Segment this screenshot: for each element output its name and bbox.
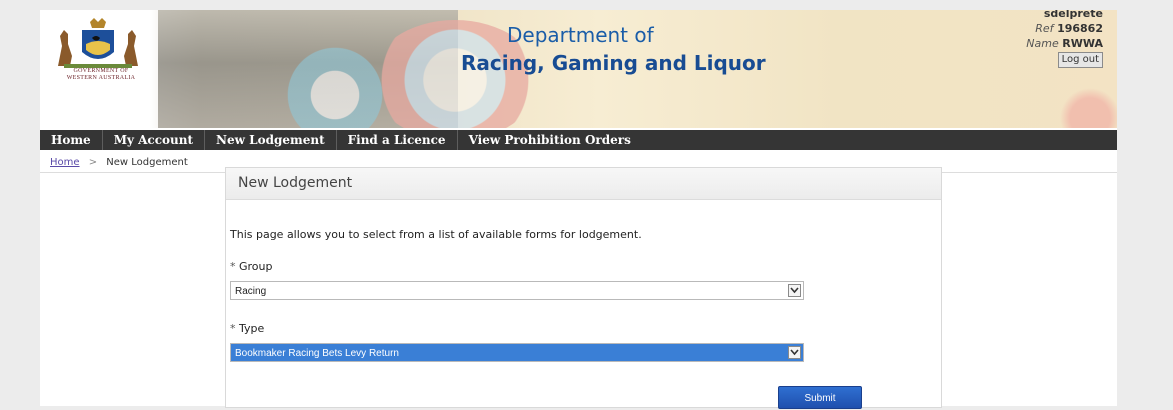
- main-nav: Home My Account New Lodgement Find a Lic…: [40, 130, 1117, 150]
- breadcrumb-current: New Lodgement: [106, 157, 188, 168]
- logout-button[interactable]: Log out: [1057, 52, 1103, 68]
- nav-item-new-lodgement[interactable]: New Lodgement: [205, 130, 336, 150]
- department-title-line1: Department of: [507, 23, 654, 47]
- breadcrumb-home-link[interactable]: Home: [50, 157, 80, 168]
- breadcrumb: Home > New Lodgement: [50, 157, 188, 168]
- breadcrumb-separator: >: [88, 157, 98, 168]
- header-banner: GOVERNMENT OF WESTERN AUSTRALIA Departme…: [40, 10, 1117, 128]
- chevron-down-icon[interactable]: [788, 346, 801, 359]
- logo-caption: GOVERNMENT OF WESTERN AUSTRALIA: [66, 68, 136, 81]
- required-marker: *: [230, 322, 236, 335]
- department-title-line2: Racing, Gaming and Liquor: [461, 51, 766, 75]
- type-select[interactable]: Bookmaker Racing Bets Levy Return: [230, 343, 804, 362]
- panel-intro-text: This page allows you to select from a li…: [230, 228, 642, 241]
- username: sdelprete: [1043, 10, 1103, 20]
- nav-item-my-account[interactable]: My Account: [103, 130, 204, 150]
- wa-coat-of-arms-icon[interactable]: [46, 16, 150, 96]
- chevron-down-icon[interactable]: [788, 284, 801, 297]
- user-ref: Ref 196862: [1035, 22, 1103, 35]
- nav-item-home[interactable]: Home: [40, 130, 102, 150]
- user-name: Name RWWA: [1026, 37, 1103, 50]
- panel-title: New Lodgement: [226, 168, 941, 200]
- nav-item-find-a-licence[interactable]: Find a Licence: [337, 130, 457, 150]
- required-marker: *: [230, 260, 236, 273]
- nav-item-view-prohibition-orders[interactable]: View Prohibition Orders: [458, 130, 642, 150]
- page: GOVERNMENT OF WESTERN AUSTRALIA Departme…: [40, 10, 1117, 409]
- group-label: * Group: [230, 260, 273, 273]
- new-lodgement-panel: New Lodgement This page allows you to se…: [225, 167, 942, 409]
- banner-decoration: [1050, 88, 1117, 128]
- group-select[interactable]: Racing: [230, 281, 804, 300]
- user-info: sdelprete Ref 196862 Name RWWA Log out: [1026, 10, 1103, 68]
- type-label: * Type: [230, 322, 265, 335]
- group-select-value: Racing: [235, 286, 267, 297]
- type-select-value: Bookmaker Racing Bets Levy Return: [235, 348, 399, 359]
